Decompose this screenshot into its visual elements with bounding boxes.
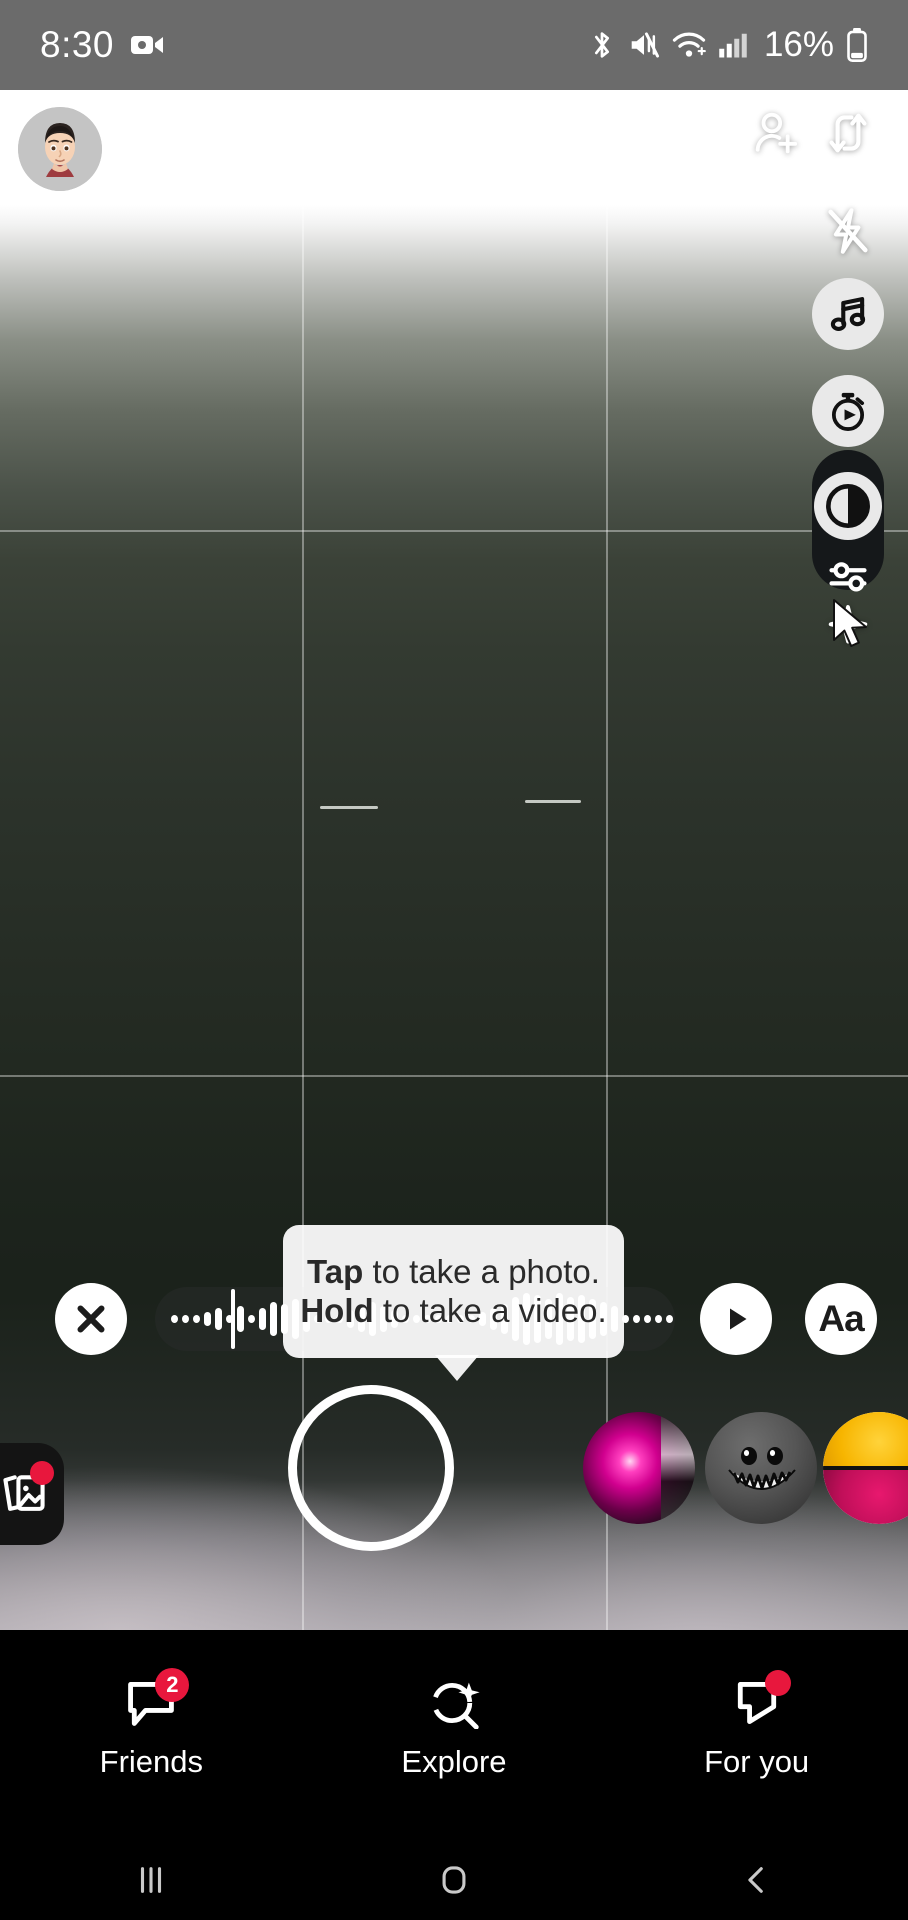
tooltip-line-1-rest: to take a photo. xyxy=(363,1253,600,1291)
memories-notification-dot xyxy=(30,1461,54,1485)
profile-avatar[interactable] xyxy=(18,107,102,191)
tooltip-arrow xyxy=(435,1355,479,1381)
bottom-navigation: 2 Friends Explore For you xyxy=(0,1630,908,1840)
status-bar: 8:30 16% xyxy=(0,0,908,90)
friends-badge: 2 xyxy=(155,1668,190,1702)
camera-viewfinder[interactable] xyxy=(0,90,908,1630)
waveform-bar xyxy=(644,1315,651,1323)
nav-friends[interactable]: 2 Friends xyxy=(41,1668,261,1780)
capture-tooltip: Tap to take a photo. Hold to take a vide… xyxy=(283,1225,624,1358)
text-tool-button[interactable]: Aa xyxy=(805,1283,877,1355)
add-friend-icon[interactable] xyxy=(740,97,812,169)
sound-mute-icon xyxy=(628,29,660,61)
grid-line-horizontal-2 xyxy=(0,1075,908,1077)
text-tool-label: Aa xyxy=(818,1298,864,1339)
chat-bubble-icon: 2 xyxy=(115,1668,190,1734)
nav-explore-label: Explore xyxy=(401,1744,507,1779)
contrast-icon[interactable] xyxy=(812,470,884,542)
sparkle-search-icon xyxy=(418,1672,490,1734)
waveform-bar xyxy=(171,1315,178,1323)
waveform-bar xyxy=(633,1315,640,1323)
play-bubble-icon xyxy=(721,1670,793,1734)
tooltip-line-1: Tap to take a photo. xyxy=(307,1253,600,1291)
capture-button[interactable] xyxy=(288,1385,454,1551)
nav-for-you[interactable]: For you xyxy=(647,1670,867,1780)
status-bar-left: 8:30 xyxy=(40,24,164,66)
tooltip-line-2-bold: Hold xyxy=(300,1291,374,1329)
video-record-icon xyxy=(130,32,164,58)
android-system-nav xyxy=(0,1840,908,1920)
lens-pink-glow[interactable] xyxy=(583,1412,695,1524)
waveform-bar xyxy=(259,1308,266,1330)
wifi-icon xyxy=(672,30,706,60)
waveform-bar xyxy=(237,1306,244,1332)
waveform-bar xyxy=(204,1312,211,1326)
snapchat-camera-screen: 8:30 16% Aa Tap to take a photo. Hold to… xyxy=(0,0,908,1920)
cellular-signal-icon xyxy=(718,31,748,59)
close-button[interactable] xyxy=(55,1283,127,1355)
home-button[interactable] xyxy=(394,1840,514,1920)
scene-detail-line-2 xyxy=(525,800,581,803)
waveform-bar xyxy=(182,1315,189,1323)
for-you-badge-dot xyxy=(764,1670,791,1696)
lens-emoji-bottom xyxy=(823,1470,908,1524)
nav-for-you-label: For you xyxy=(704,1744,810,1779)
waveform-bar xyxy=(655,1315,662,1323)
nav-explore[interactable]: Explore xyxy=(344,1672,564,1780)
waveform-bar xyxy=(215,1308,222,1330)
timer-icon[interactable] xyxy=(812,375,884,447)
nav-friends-label: Friends xyxy=(99,1744,204,1779)
flash-off-icon[interactable] xyxy=(812,195,884,267)
recents-button[interactable] xyxy=(91,1840,211,1920)
waveform-bar xyxy=(666,1315,673,1323)
lens-grin-face xyxy=(728,1447,796,1490)
lens-grin-sphere[interactable] xyxy=(705,1412,817,1524)
play-button[interactable] xyxy=(700,1283,772,1355)
grid-line-horizontal-1 xyxy=(0,530,908,532)
tooltip-line-2-rest: to take a video. xyxy=(373,1291,607,1329)
grid-line-vertical-2 xyxy=(606,90,608,1630)
waveform-bar xyxy=(193,1315,200,1323)
status-bar-clock: 8:30 xyxy=(40,24,115,65)
memories-button[interactable] xyxy=(0,1443,64,1545)
waveform-bar xyxy=(270,1302,277,1336)
lens-emoji-split[interactable] xyxy=(823,1412,908,1524)
lens-emoji-top xyxy=(823,1412,908,1466)
music-note-icon[interactable] xyxy=(812,278,884,350)
mouse-cursor-icon xyxy=(830,598,876,656)
waveform-playhead[interactable] xyxy=(231,1289,235,1349)
camera-flip-icon[interactable] xyxy=(812,97,884,169)
tooltip-line-2: Hold to take a video. xyxy=(300,1292,606,1330)
tooltip-line-1-bold: Tap xyxy=(307,1253,364,1291)
scene-detail-line-1 xyxy=(320,806,378,809)
bluetooth-icon xyxy=(588,28,616,62)
grid-line-vertical-1 xyxy=(302,90,304,1630)
back-button[interactable] xyxy=(697,1840,817,1920)
waveform-bar xyxy=(248,1315,255,1323)
